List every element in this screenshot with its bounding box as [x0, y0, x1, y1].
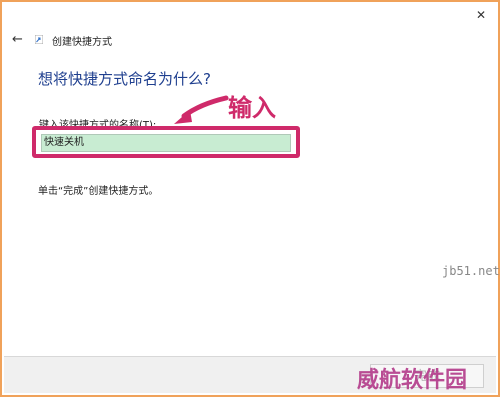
finish-hint: 单击“完成”创建快捷方式。 [38, 186, 159, 197]
window-title: 创建快捷方式 [52, 37, 112, 48]
shortcut-name-input[interactable]: 快速关机 [41, 134, 291, 152]
highlight-box: 快速关机 [32, 126, 300, 158]
input-callout-label: 输入 [228, 94, 276, 122]
dialog-window: ✕ ← 创建快捷方式 想将快捷方式命名为什么? 键入该快捷方式的名称(T): 快… [0, 0, 500, 397]
back-arrow-icon: ← [12, 32, 23, 47]
shortcut-app-icon [35, 35, 43, 44]
callout-arrow-icon [174, 95, 229, 124]
watermark-site: jb51.net [442, 264, 500, 278]
back-button[interactable]: ← [12, 32, 23, 47]
page-question: 想将快捷方式命名为什么? [38, 70, 211, 88]
watermark-brand: 威航软件园 [357, 368, 468, 393]
close-button[interactable]: ✕ [476, 8, 486, 22]
